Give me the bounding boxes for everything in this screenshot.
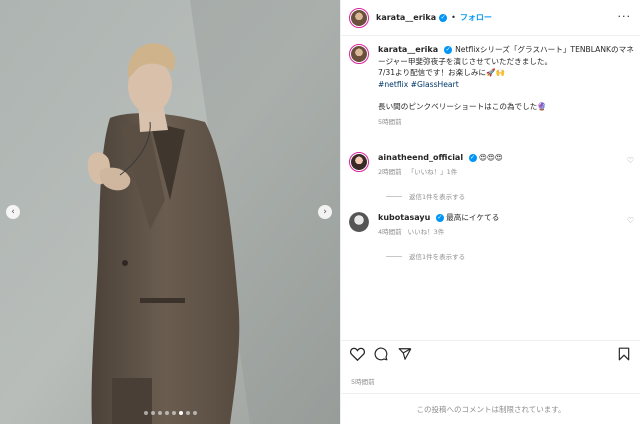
comment-like-icon[interactable]: ♡ bbox=[627, 156, 634, 165]
post-timestamp: 5時間前 bbox=[351, 378, 375, 386]
caption-timestamp: 5時間前 bbox=[378, 117, 402, 126]
caption-username[interactable]: karata__erika bbox=[378, 45, 438, 54]
carousel-dot bbox=[192, 411, 197, 415]
heart-icon[interactable] bbox=[350, 347, 365, 361]
view-replies-button[interactable]: 返信1件を表示する bbox=[386, 191, 465, 201]
carousel-dot bbox=[164, 411, 169, 415]
comment-avatar[interactable] bbox=[349, 152, 369, 172]
comment-text: 最高にイケてる bbox=[446, 213, 500, 222]
chevron-right-icon: › bbox=[323, 206, 327, 217]
caption-text-3: 長い間のピンクベリーショートはこの為でした🔮 bbox=[378, 102, 547, 111]
carousel-dot bbox=[150, 411, 155, 415]
carousel-prev-button[interactable]: ‹ bbox=[6, 205, 20, 219]
post-caption: karata__erika ✓ Netflixシリーズ「グラスハート」TENBLAN… bbox=[349, 44, 634, 128]
comment-like-icon[interactable]: ♡ bbox=[627, 216, 634, 225]
carousel-dot bbox=[178, 411, 183, 415]
separator: • bbox=[451, 13, 456, 22]
verified-icon: ✓ bbox=[435, 214, 444, 222]
photo-illustration bbox=[0, 0, 340, 424]
comment-item: kubotasayu ✓ 最高にイケてる 4時間前 いいね！3件 ♡ bbox=[349, 212, 634, 238]
chevron-left-icon: ‹ bbox=[11, 206, 15, 217]
replies-label: 返信1件を表示する bbox=[409, 253, 466, 261]
verified-icon: ✓ bbox=[444, 46, 453, 54]
bookmark-icon[interactable] bbox=[618, 347, 630, 361]
verified-icon: ✓ bbox=[439, 13, 448, 22]
comments-closed-notice: この投稿へのコメントは制限されています。 bbox=[341, 393, 640, 424]
comment-time: 2時間前 bbox=[378, 168, 402, 176]
avatar[interactable] bbox=[349, 7, 369, 28]
caption-text-2: 7/31より配信です！お楽しみに🚀🙌 bbox=[378, 68, 505, 77]
author-username[interactable]: karata__erika bbox=[376, 13, 436, 22]
carousel-dot bbox=[171, 411, 176, 415]
comment-likes[interactable]: いいね！3件 bbox=[408, 228, 445, 236]
carousel-dot bbox=[157, 411, 162, 415]
post-header: karata__erika ✓ • フォロー ··· bbox=[341, 0, 640, 36]
carousel-indicator bbox=[0, 411, 340, 415]
carousel-dot bbox=[143, 411, 148, 415]
comment-likes[interactable]: 「いいね！」1件 bbox=[408, 168, 458, 176]
comment-time: 4時間前 bbox=[378, 228, 402, 236]
verified-icon: ✓ bbox=[468, 154, 477, 162]
follow-button[interactable]: フォロー bbox=[460, 12, 492, 23]
post-image: ‹ › bbox=[0, 0, 340, 424]
comment-avatar[interactable] bbox=[349, 212, 369, 232]
carousel-next-button[interactable]: › bbox=[318, 205, 332, 219]
carousel-dot bbox=[185, 411, 190, 415]
comment-username[interactable]: ainatheend_official bbox=[378, 153, 463, 162]
send-icon[interactable] bbox=[398, 347, 412, 361]
comment-text: 😍😍😍 bbox=[478, 153, 503, 162]
view-replies-button[interactable]: 返信1件を表示する bbox=[386, 251, 465, 261]
post-panel: karata__erika ✓ • フォロー ··· karata__erika… bbox=[340, 0, 640, 424]
comment-username[interactable]: kubotasayu bbox=[378, 213, 430, 222]
caption-hashtags[interactable]: #netflix #GlassHeart bbox=[378, 79, 634, 91]
replies-label: 返信1件を表示する bbox=[409, 193, 466, 201]
comment-icon[interactable] bbox=[374, 347, 388, 361]
more-icon[interactable]: ··· bbox=[618, 10, 632, 23]
comment-item: ainatheend_official ✓ 😍😍😍 2時間前 「いいね！」1件 ♡ bbox=[349, 152, 634, 178]
caption-avatar[interactable] bbox=[349, 44, 369, 64]
post-actions: 5時間前 この投稿へのコメントは制限されています。 bbox=[341, 340, 640, 424]
